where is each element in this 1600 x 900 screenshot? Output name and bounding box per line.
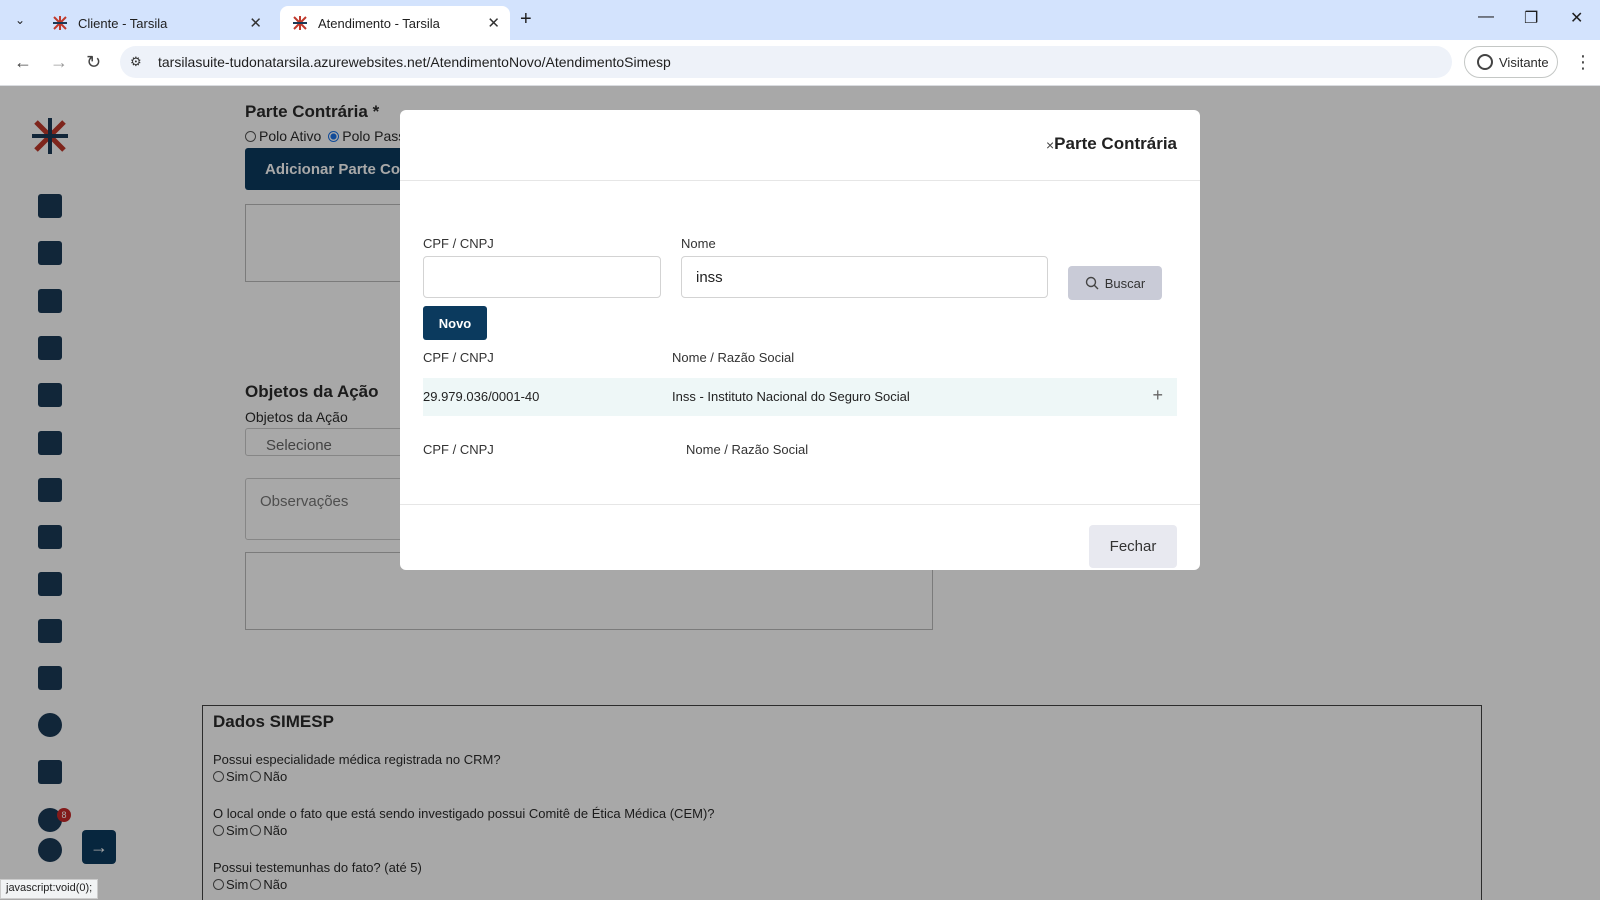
add-result-icon[interactable]: + [1152,385,1163,406]
selected-header-nome: Nome / Razão Social [686,442,809,457]
profile-icon [1477,54,1493,70]
close-tab-icon[interactable]: ✕ [249,14,262,32]
profile-button[interactable]: Visitante [1464,46,1558,78]
novo-button[interactable]: Novo [423,306,487,340]
cpf-input[interactable] [423,256,661,298]
tab-title: Cliente - Tarsila [78,15,168,31]
tab-atendimento[interactable]: Atendimento - Tarsila ✕ [280,6,510,40]
tarsila-favicon-icon [52,15,68,31]
close-tab-icon[interactable]: ✕ [487,14,500,32]
buscar-button[interactable]: Buscar [1068,266,1162,300]
nome-label: Nome [681,236,716,251]
result-cpf: 29.979.036/0001-40 [423,389,540,404]
browser-tab-bar: ⌄ Cliente - Tarsila ✕ Atendimento - Tars… [0,0,1600,40]
browser-menu-icon[interactable]: ⋮ [1574,52,1592,73]
close-window-icon[interactable]: ✕ [1570,8,1583,28]
new-tab-icon[interactable]: + [520,8,532,31]
site-info-icon[interactable]: ⚙ [130,54,142,70]
page-content: 8 → Parte Contrária * Polo Ativo Polo Pa… [0,86,1600,900]
cpf-label: CPF / CNPJ [423,236,494,251]
tab-search-chevron-icon[interactable]: ⌄ [8,8,32,32]
parte-contraria-modal: × Parte Contrária CPF / CNPJ Nome inss B… [400,110,1200,570]
buscar-label: Buscar [1104,275,1146,291]
profile-label: Visitante [1499,54,1549,70]
tarsila-favicon-icon [292,15,308,31]
result-row[interactable]: 29.979.036/0001-40 Inss - Instituto Naci… [423,378,1177,416]
restore-icon[interactable]: ❐ [1524,8,1538,28]
forward-icon[interactable]: → [50,52,68,73]
back-icon[interactable]: ← [14,52,32,73]
search-icon [1085,276,1099,290]
result-nome: Inss - Instituto Nacional do Seguro Soci… [672,389,910,404]
results-header-cpf: CPF / CNPJ [423,350,494,365]
modal-title: Parte Contrária [1054,134,1177,153]
url-text: tarsilasuite-tudonatarsila.azurewebsites… [158,54,671,70]
tab-title: Atendimento - Tarsila [318,15,440,31]
status-bar-url: javascript:void(0); [0,879,99,899]
minimize-icon[interactable]: — [1478,8,1494,26]
selected-header-cpf: CPF / CNPJ [423,442,494,457]
url-field[interactable]: ⚙ tarsilasuite-tudonatarsila.azurewebsit… [120,46,1452,78]
tab-cliente[interactable]: Cliente - Tarsila ✕ [40,6,272,40]
fechar-button[interactable]: Fechar [1089,525,1177,568]
results-header-nome: Nome / Razão Social [672,350,795,365]
address-bar-row: ← → ↻ ⚙ tarsilasuite-tudonatarsila.azure… [0,40,1600,86]
close-modal-icon[interactable]: × [1046,137,1054,153]
nome-input[interactable]: inss [681,256,1048,298]
modal-footer-divider [400,504,1200,505]
modal-header: × Parte Contrária [400,110,1200,181]
reload-icon[interactable]: ↻ [86,52,101,73]
